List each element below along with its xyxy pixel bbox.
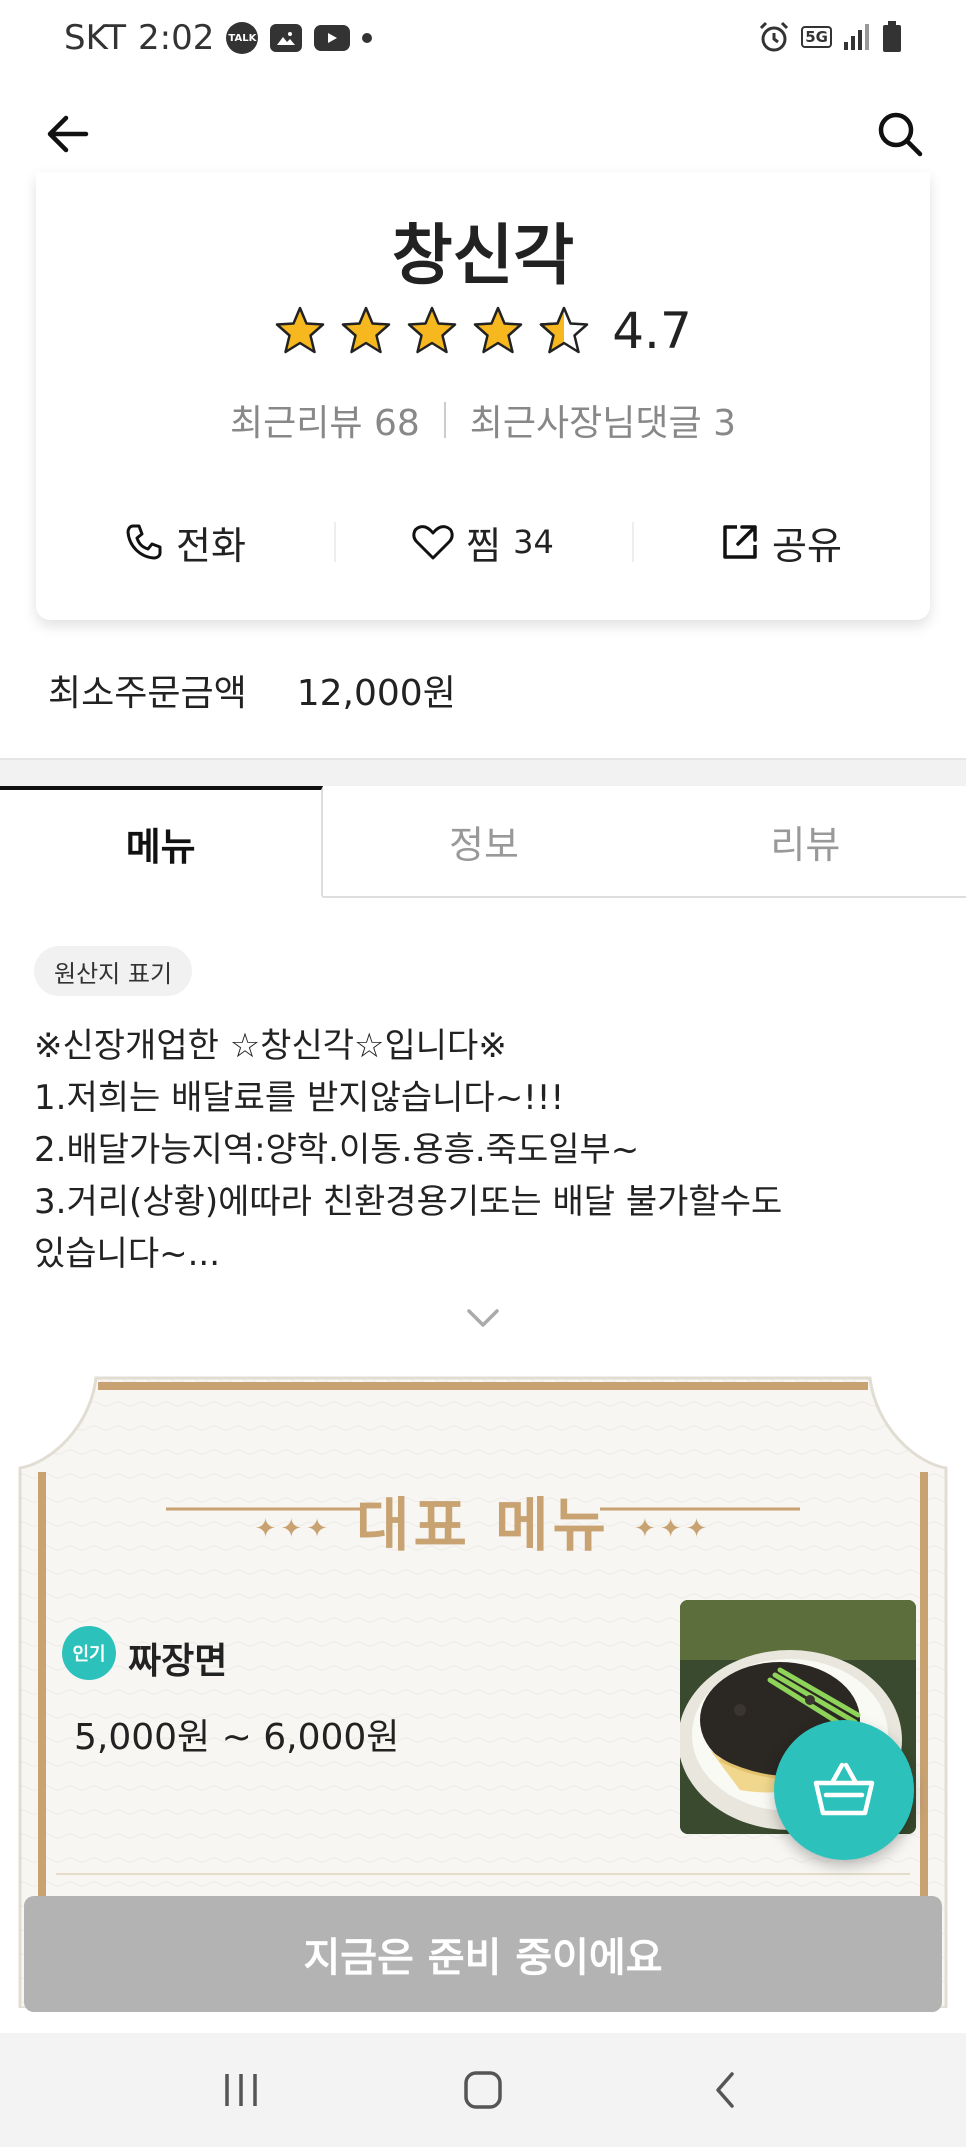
notice-line: 3.거리(상황)에따라 친환경용기또는 배달 불가할수도 — [34, 1182, 783, 1222]
menu-item-name: 짜장면 — [128, 1641, 228, 1682]
star-icon — [473, 306, 523, 354]
carrier-label: SKT — [64, 18, 127, 58]
notice-line: 1.저희는 배달료를 받지않습니다~!!! — [34, 1078, 565, 1118]
recent-reviews[interactable]: 최근리뷰 68 — [230, 394, 420, 446]
origin-label-chip[interactable]: 원산지 표기 — [34, 946, 193, 996]
youtube-icon — [314, 25, 351, 51]
recent-apps-icon — [225, 2074, 257, 2106]
call-label: 전화 — [176, 523, 246, 568]
app-bar — [0, 96, 966, 170]
back-button[interactable] — [40, 106, 96, 162]
share-label: 공유 — [772, 523, 842, 568]
like-label: 찜 — [466, 523, 502, 568]
store-name: 창신각 — [391, 217, 575, 294]
clock: 2:02 — [138, 18, 215, 58]
talk-icon: TALK — [226, 22, 259, 54]
call-button[interactable]: 전화 — [36, 502, 334, 582]
share-button[interactable]: 공유 — [632, 502, 930, 582]
basket-icon — [813, 1762, 875, 1816]
min-order-value: 12,000원 — [296, 673, 456, 714]
talk-icon-label: TALK — [228, 32, 257, 44]
title-sparkle-right-icon: ✦✦✦ — [634, 1513, 712, 1544]
battery-icon — [883, 21, 901, 52]
home-button[interactable] — [443, 2050, 523, 2130]
like-count: 34 — [513, 523, 554, 561]
cart-button[interactable] — [774, 1720, 914, 1860]
expand-chevron-icon[interactable] — [463, 1303, 503, 1333]
status-left: SKT 2:02 TALK — [64, 18, 373, 58]
rating-value: 4.7 — [612, 302, 692, 360]
back-arrow-icon — [47, 115, 89, 153]
gallery-icon — [270, 24, 303, 52]
dot-icon — [362, 33, 373, 43]
store-actions: 전화 찜 34 공유 — [36, 502, 930, 582]
min-order-label: 최소주문금액 — [48, 673, 247, 714]
recent-reviews-count: 68 — [373, 403, 420, 444]
notice-line: 있습니다~... — [34, 1234, 221, 1274]
system-nav-bar — [0, 2033, 966, 2147]
signature-menu-title: ✦✦✦ 대표 메뉴 ✦✦✦ — [16, 1478, 950, 1562]
like-button[interactable]: 찜 34 — [334, 502, 632, 582]
popular-badge: 인기 — [62, 1626, 116, 1680]
star-icon — [407, 306, 457, 354]
owner-replies[interactable]: 최근사장님댓글 3 — [470, 394, 736, 446]
notice-line: 2.배달가능지역:양학.이동.용흥.죽도일부~ — [34, 1130, 640, 1170]
tab-info[interactable]: 정보 — [323, 786, 644, 896]
store-notice: ※신장개업한 ☆창신각☆입니다※ 1.저희는 배달료를 받지않습니다~!!! 2… — [34, 1020, 914, 1280]
rating-row: 4.7 — [36, 302, 930, 360]
heart-icon — [412, 525, 454, 560]
status-bar: SKT 2:02 TALK 5G — [0, 0, 966, 82]
share-icon — [723, 525, 757, 559]
search-icon — [878, 112, 923, 157]
review-stats: 최근리뷰 68 최근사장님댓글 3 — [36, 394, 930, 446]
menu-item-price: 5,000원 ~ 6,000원 — [74, 1717, 400, 1758]
signal-icon — [844, 24, 869, 50]
half-star-icon — [539, 306, 589, 354]
star-icon — [275, 306, 325, 354]
tab-menu[interactable]: 메뉴 — [0, 786, 324, 898]
search-button[interactable] — [870, 104, 930, 164]
status-right: 5G — [757, 20, 902, 54]
title-sparkle-left-icon: ✦✦✦ — [254, 1513, 332, 1544]
section-divider — [0, 758, 966, 786]
tab-review[interactable]: 리뷰 — [645, 786, 966, 896]
store-info-card: 창신각 4.7 최근리뷰 68 최근사장님댓글 3 전화 찜 34 공유 — [36, 172, 930, 620]
recent-reviews-label: 최근리뷰 — [230, 403, 363, 444]
owner-replies-label: 최근사장님댓글 — [469, 403, 702, 444]
recent-apps-button[interactable] — [201, 2050, 281, 2130]
home-icon — [464, 2071, 502, 2109]
review-separator — [443, 402, 446, 438]
alarm-icon — [760, 21, 789, 52]
star-icon — [341, 306, 391, 354]
system-back-icon — [716, 2072, 734, 2108]
notice-line: ※신장개업한 ☆창신각☆입니다※ — [34, 1026, 507, 1066]
system-back-button[interactable] — [685, 2050, 765, 2130]
5g-icon: 5G — [801, 26, 832, 48]
min-order-row: 최소주문금액 12,000원 — [48, 664, 456, 716]
tab-bar: 메뉴 정보 리뷰 — [0, 786, 966, 898]
phone-icon — [126, 524, 162, 560]
signature-title-text: 대표 메뉴 — [356, 1491, 610, 1559]
owner-replies-count: 3 — [713, 403, 736, 444]
preparing-status-button: 지금은 준비 중이에요 — [24, 1896, 942, 2012]
